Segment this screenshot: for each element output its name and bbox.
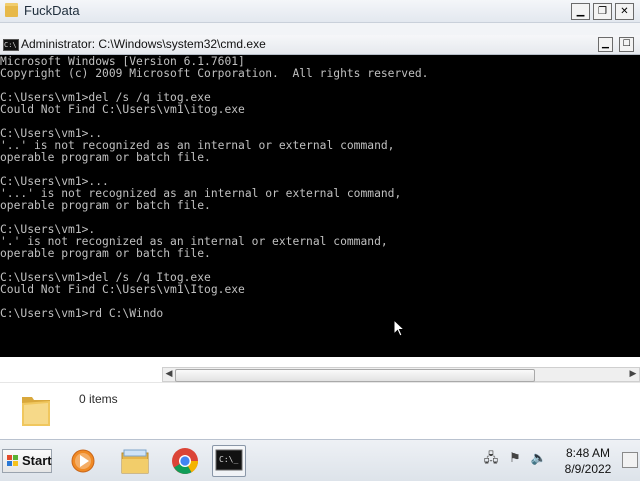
horizontal-scrollbar[interactable]: ◀ ▶ (162, 367, 640, 382)
explorer-toolbar-area (0, 23, 640, 35)
console-line: Could Not Find C:\Users\vm1\itog.exe (0, 103, 245, 116)
clock-time: 8:48 AM (565, 446, 611, 460)
folder-icon (20, 391, 52, 429)
network-icon[interactable]: 🖧 (482, 450, 500, 468)
scrollbar-thumb[interactable] (175, 369, 535, 382)
cmd-maximize-button[interactable]: ☐ (619, 37, 634, 52)
close-button[interactable]: ✕ (615, 3, 634, 20)
minimize-button[interactable]: ▁ (571, 3, 590, 20)
console-line: Could Not Find C:\Users\vm1\Itog.exe (0, 283, 245, 296)
cmd-window[interactable]: C:\ Administrator: C:\Windows\system32\c… (0, 35, 640, 357)
cmd-window-controls: ▁ ☐ (598, 37, 634, 52)
scroll-right-button[interactable]: ▶ (627, 368, 639, 381)
items-count: 0 items (79, 392, 118, 406)
console-line: operable program or batch file. (0, 199, 211, 212)
explorer-window-controls: ▁ ❐ ✕ (571, 3, 634, 20)
clock-date: 8/9/2022 (564, 462, 612, 476)
restore-button[interactable]: ❐ (593, 3, 612, 20)
folder-icon (5, 3, 18, 17)
cmd-icon[interactable]: C:\_ (212, 445, 246, 477)
console-line: operable program or batch file. (0, 151, 211, 164)
explorer-details-pane: 0 items (0, 382, 640, 439)
console-output[interactable]: Microsoft Windows [Version 6.1.7601] Copy… (0, 56, 640, 356)
console-line: operable program or batch file. (0, 247, 211, 260)
console-line: Copyright (c) 2009 Microsoft Corporation… (0, 67, 429, 80)
console-line: C:\Users\vm1>rd C:\Windo (0, 307, 164, 320)
show-desktop-button[interactable] (622, 452, 638, 468)
media-player-icon[interactable] (66, 445, 100, 477)
scroll-left-button[interactable]: ◀ (163, 368, 175, 381)
volume-icon[interactable]: 🔈 (530, 450, 548, 468)
svg-text:C:\_: C:\_ (219, 455, 238, 464)
cmd-titlebar[interactable]: C:\ Administrator: C:\Windows\system32\c… (0, 35, 640, 55)
action-center-icon[interactable]: ⚑ (506, 450, 524, 468)
system-tray: 🖧 ⚑ 🔈 (482, 450, 548, 468)
cmd-title: Administrator: C:\Windows\system32\cmd.e… (21, 37, 266, 51)
windows-flag-icon (7, 455, 19, 467)
start-button[interactable]: Start (2, 449, 52, 473)
taskbar: Start C:\_ 🖧 ⚑ 🔈 8:48 AM 8/9/2022 (0, 439, 640, 481)
cmd-minimize-button[interactable]: ▁ (598, 37, 613, 52)
explorer-title: FuckData (24, 3, 80, 18)
explorer-titlebar: FuckData ▁ ❐ ✕ (0, 0, 640, 23)
chrome-icon[interactable] (168, 445, 202, 477)
clock[interactable]: 8:48 AM 8/9/2022 (558, 445, 618, 477)
cmd-window-icon: C:\ (3, 39, 19, 51)
start-label: Start (22, 453, 52, 468)
explorer-icon[interactable] (118, 445, 152, 477)
